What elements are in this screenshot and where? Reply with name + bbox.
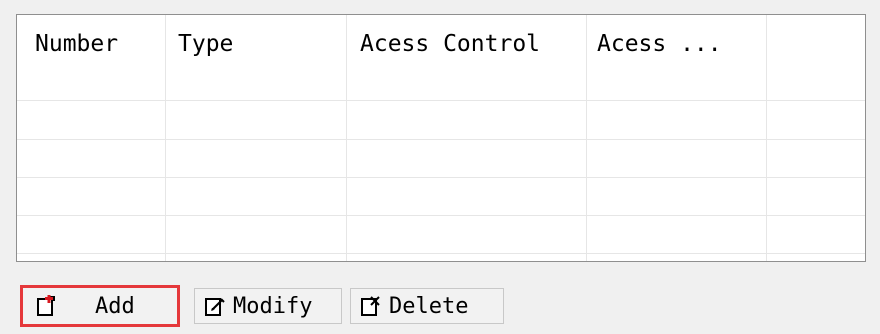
modify-button[interactable]: Modify bbox=[194, 288, 342, 324]
add-button-label: Add bbox=[95, 293, 135, 319]
action-toolbar: Add Modify Delete bbox=[16, 281, 866, 331]
header-access-control[interactable]: Acess Control bbox=[360, 15, 540, 73]
header-number[interactable]: Number bbox=[35, 15, 118, 73]
add-button[interactable]: Add bbox=[20, 285, 180, 327]
add-document-icon bbox=[35, 294, 59, 318]
table-header: Number Type Acess Control Acess ... bbox=[17, 15, 865, 101]
header-type[interactable]: Type bbox=[178, 15, 233, 73]
delete-document-icon bbox=[359, 294, 383, 318]
table-row[interactable] bbox=[17, 177, 865, 178]
table-row[interactable] bbox=[17, 139, 865, 140]
access-table[interactable]: Number Type Acess Control Acess ... bbox=[16, 14, 866, 262]
table-row[interactable] bbox=[17, 215, 865, 216]
header-access[interactable]: Acess ... bbox=[597, 15, 722, 73]
edit-document-icon bbox=[203, 294, 227, 318]
delete-button[interactable]: Delete bbox=[350, 288, 504, 324]
delete-button-label: Delete bbox=[389, 293, 469, 319]
table-row[interactable] bbox=[17, 253, 865, 254]
modify-button-label: Modify bbox=[233, 293, 313, 319]
table-grid: Number Type Acess Control Acess ... bbox=[17, 15, 865, 261]
